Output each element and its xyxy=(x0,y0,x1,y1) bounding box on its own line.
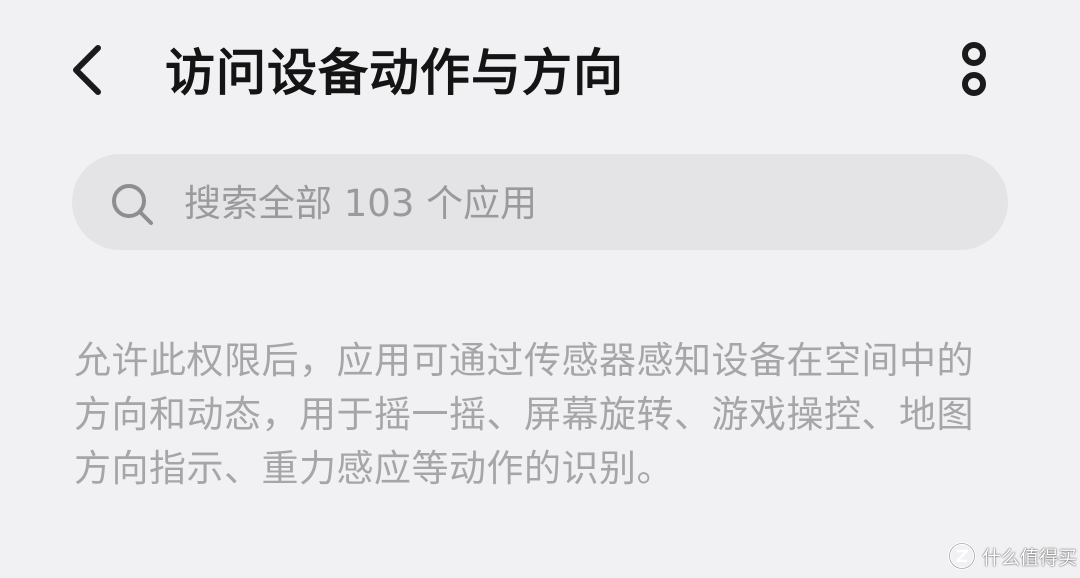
zhi-logo-icon xyxy=(948,542,976,570)
back-button[interactable] xyxy=(56,38,120,102)
search-icon xyxy=(112,184,153,225)
search-placeholder[interactable]: 搜索全部 103 个应用 xyxy=(184,174,537,234)
top-app-bar: 访问设备动作与方向 xyxy=(0,0,1080,150)
more-vertical-icon xyxy=(962,42,986,96)
app-permission-screen: 访问设备动作与方向 搜索全部 103 个应用 允许此权限后，应用可通过传感器感知… xyxy=(0,0,1080,578)
watermark: 什么值得买 xyxy=(948,541,1077,571)
permission-description: 允许此权限后，应用可通过传感器感知设备在空间中的方向和动态，用于摇一摇、屏幕旋转… xyxy=(74,339,974,490)
more-options-button[interactable] xyxy=(944,38,1004,102)
chevron-left-icon xyxy=(73,45,101,95)
watermark-text: 什么值得买 xyxy=(982,546,1078,569)
page-title: 访问设备动作与方向 xyxy=(165,44,624,102)
